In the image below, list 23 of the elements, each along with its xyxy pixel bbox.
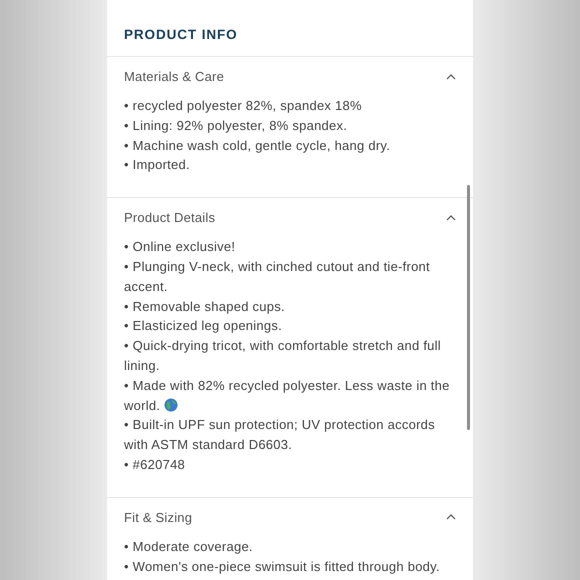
accordion-header[interactable]: Product Details xyxy=(124,210,456,226)
bullet-text: • Moderate coverage. xyxy=(124,538,254,556)
bullet-text: • Online exclusive! xyxy=(124,238,236,256)
bullet-text: • recycled polyester 82%, spandex 18% xyxy=(124,97,363,115)
globe-icon xyxy=(164,398,178,412)
accordion-header[interactable]: Fit & Sizing xyxy=(124,510,456,525)
bullet-text: • Quick-drying tricot, with comfortable stretch and full lining. xyxy=(124,337,442,375)
bullet-text: • Plunging V-neck, with cinched cutout and tie-front accent. xyxy=(124,258,431,296)
bullet-text: • Machine wash cold, gentle cycle, hang dry. xyxy=(124,136,392,155)
chevron-up-icon xyxy=(446,214,456,221)
bullet-text: • Built-in UPF sun protection; UV protection accords with ASTM standard D6603. xyxy=(124,416,436,454)
accordion-header[interactable]: Materials & Care xyxy=(124,69,456,84)
bullet-text: • Lining: 92% polyester, 8% spandex. xyxy=(124,116,348,135)
bullet-text: • Women's one-piece swimsuit is fitted through body. xyxy=(124,558,441,576)
bullet-text: • Removable shaped cups. xyxy=(124,298,286,316)
chevron-up-icon xyxy=(446,514,456,520)
bullet-text: • Imported. xyxy=(124,156,191,174)
chevron-up-icon xyxy=(446,74,456,80)
scrollbar[interactable] xyxy=(467,185,470,430)
panel-title: PRODUCT INFO xyxy=(123,26,239,44)
bullet-text: • #620748 xyxy=(124,456,186,474)
bullet-text: • Elasticized leg openings. xyxy=(124,317,284,336)
bullet-text: • Made with 82% recycled polyester. Less waste in the world. xyxy=(124,376,451,415)
